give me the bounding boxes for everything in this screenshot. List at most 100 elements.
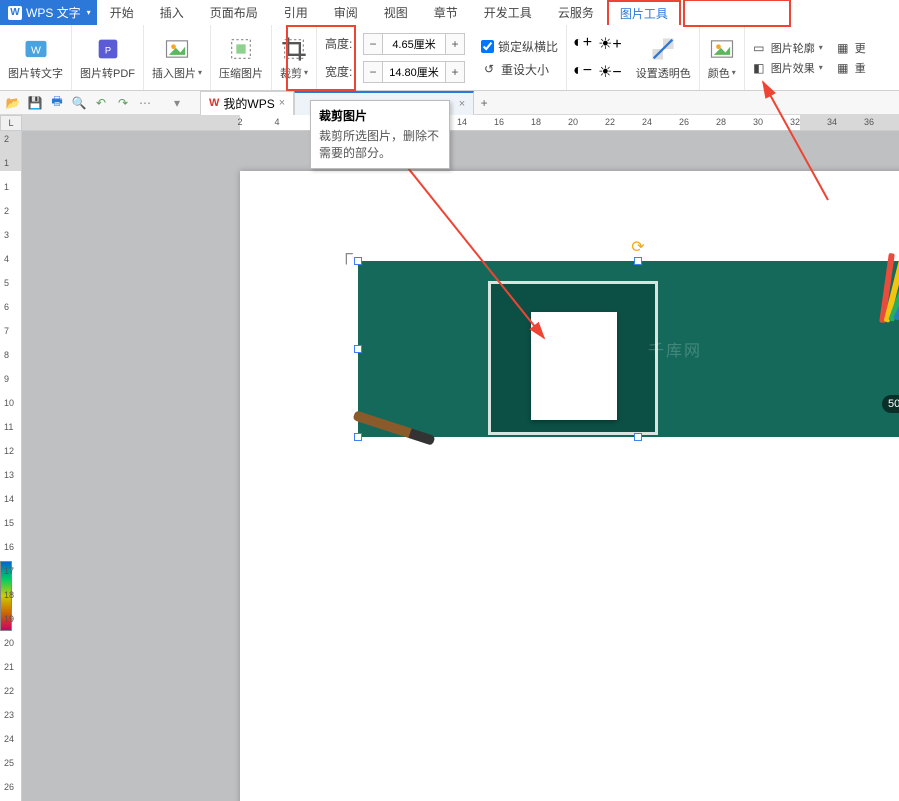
ruler-v-tick: 9 bbox=[4, 374, 9, 384]
menu-view[interactable]: 视图 bbox=[371, 0, 421, 25]
height-minus[interactable]: − bbox=[364, 34, 382, 54]
tab-mywps[interactable]: W 我的WPS × bbox=[200, 91, 294, 115]
menu-dev-tools[interactable]: 开发工具 bbox=[471, 0, 545, 25]
btn-crop[interactable]: 裁剪▾ bbox=[272, 25, 317, 90]
btn-more1[interactable]: ▦更 bbox=[835, 40, 866, 56]
menu-review[interactable]: 审阅 bbox=[321, 0, 371, 25]
btn-pic-to-text[interactable]: W 图片转文字 bbox=[0, 25, 72, 90]
resize-handle-n[interactable] bbox=[634, 257, 642, 265]
tab-close-icon[interactable]: × bbox=[459, 98, 465, 110]
qa-redo-icon[interactable]: ↷ bbox=[114, 94, 132, 112]
ruler-v-tick: 1 bbox=[4, 182, 9, 192]
selected-image[interactable]: 千库网 ⟳ ┌ 50% bbox=[358, 261, 899, 437]
page-area[interactable]: 千库网 ⟳ ┌ 50% bbox=[22, 131, 899, 801]
image-paper bbox=[531, 312, 617, 420]
ruler-v-tick: 8 bbox=[4, 350, 9, 360]
app-logo-icon: W bbox=[8, 6, 22, 20]
resize-handle-nw[interactable] bbox=[354, 257, 362, 265]
width-minus[interactable]: − bbox=[364, 62, 382, 82]
menu-references[interactable]: 引用 bbox=[271, 0, 321, 25]
menu-start[interactable]: 开始 bbox=[97, 0, 147, 25]
ruler-v-tick: 14 bbox=[4, 494, 14, 504]
menu-cloud[interactable]: 云服务 bbox=[545, 0, 607, 25]
ruler-v-tick: 20 bbox=[4, 638, 14, 648]
color-icon bbox=[708, 35, 736, 63]
reset-size-row[interactable]: ↺ 重设大小 bbox=[481, 61, 558, 78]
overflow-group: ▦更 ▦重 bbox=[829, 25, 872, 90]
ruler-h-tick: 16 bbox=[494, 117, 504, 127]
ribbon-toolbar: W 图片转文字 P 图片转PDF 插入图片▾ 压缩图片 裁剪▾ 高度: − + … bbox=[0, 25, 899, 91]
ruler-v-tick: 16 bbox=[4, 542, 14, 552]
crop-corner-icon: ┌ bbox=[340, 243, 353, 264]
qa-dropdown-icon[interactable]: ▾ bbox=[168, 94, 186, 112]
size-group: 高度: − + 宽度: − + bbox=[317, 25, 473, 90]
qa-more-icon[interactable]: ⋯ bbox=[136, 94, 154, 112]
zoom-badge: 50% bbox=[882, 395, 899, 413]
menu-insert[interactable]: 插入 bbox=[147, 0, 197, 25]
chevron-down-icon: ▾ bbox=[304, 68, 308, 77]
contrast-up-icon[interactable]: ◐+ bbox=[573, 34, 592, 54]
btn-effects[interactable]: ◧ 图片效果 ▾ bbox=[751, 60, 823, 76]
width-spinner[interactable]: − + bbox=[363, 61, 465, 83]
menu-chapter[interactable]: 章节 bbox=[421, 0, 471, 25]
ruler-h-tick: 2 bbox=[237, 117, 242, 127]
height-label: 高度: bbox=[325, 35, 359, 52]
qa-preview-icon[interactable]: 🔍 bbox=[70, 94, 88, 112]
crop-icon bbox=[280, 35, 308, 63]
ruler-v-tick: 6 bbox=[4, 302, 9, 312]
image-chalkboard bbox=[488, 281, 658, 435]
rotate-handle-icon[interactable]: ⟳ bbox=[631, 237, 644, 257]
right-group: ▭ 图片轮廓 ▾ ◧ 图片效果 ▾ bbox=[745, 25, 829, 90]
btn-compress-pic[interactable]: 压缩图片 bbox=[211, 25, 272, 90]
height-input[interactable] bbox=[382, 34, 446, 54]
lock-ratio-checkbox[interactable] bbox=[481, 40, 494, 53]
image-pencils bbox=[884, 253, 899, 323]
app-name: WPS 文字 bbox=[26, 4, 81, 21]
lock-ratio-row[interactable]: 锁定纵横比 bbox=[481, 38, 558, 55]
btn-more2[interactable]: ▦重 bbox=[835, 60, 866, 76]
ruler-v-tick: 7 bbox=[4, 326, 9, 336]
transparent-icon bbox=[649, 35, 677, 63]
btn-outline[interactable]: ▭ 图片轮廓 ▾ bbox=[751, 40, 823, 56]
brightness-down-icon[interactable]: ☀− bbox=[598, 62, 622, 82]
qa-undo-icon[interactable]: ↶ bbox=[92, 94, 110, 112]
ruler-v-tick: 2 bbox=[4, 134, 9, 144]
btn-insert-pic[interactable]: 插入图片▾ bbox=[144, 25, 211, 90]
contrast-down-icon[interactable]: ◐− bbox=[573, 62, 592, 82]
tab-add-button[interactable]: + bbox=[474, 96, 494, 110]
btn-pic-to-pdf[interactable]: P 图片转PDF bbox=[72, 25, 144, 90]
menu-page-layout[interactable]: 页面布局 bbox=[197, 0, 271, 25]
ruler-h-tick: 28 bbox=[716, 117, 726, 127]
ruler-v-tick: 22 bbox=[4, 686, 14, 696]
pic-to-text-icon: W bbox=[22, 35, 50, 63]
height-plus[interactable]: + bbox=[446, 34, 464, 54]
width-input[interactable] bbox=[382, 62, 446, 82]
resize-handle-sw[interactable] bbox=[354, 433, 362, 441]
ruler-v-tick: 19 bbox=[4, 614, 14, 624]
effects-icon: ◧ bbox=[751, 60, 767, 76]
height-spinner[interactable]: − + bbox=[363, 33, 465, 55]
reset-icon: ▦ bbox=[835, 60, 851, 76]
tab-close-icon[interactable]: × bbox=[279, 97, 285, 109]
workspace: 2112345678910111213141516171819202122232… bbox=[0, 131, 899, 801]
pic-to-pdf-icon: P bbox=[94, 35, 122, 63]
ruler-vertical[interactable]: 2112345678910111213141516171819202122232… bbox=[0, 131, 22, 801]
resize-handle-s[interactable] bbox=[634, 433, 642, 441]
ruler-v-tick: 4 bbox=[4, 254, 9, 264]
ruler-corner[interactable]: L bbox=[0, 115, 22, 131]
qa-open-icon[interactable]: 📂 bbox=[4, 94, 22, 112]
qa-save-icon[interactable]: 💾 bbox=[26, 94, 44, 112]
ruler-h-tick: 14 bbox=[457, 117, 467, 127]
tooltip-title: 裁剪图片 bbox=[319, 107, 441, 124]
width-plus[interactable]: + bbox=[446, 62, 464, 82]
app-badge[interactable]: W WPS 文字 ▾ bbox=[0, 0, 97, 25]
brightness-up-icon[interactable]: ☀+ bbox=[598, 34, 622, 54]
qa-print-icon[interactable]: 🖶 bbox=[48, 94, 66, 112]
menu-picture-tools[interactable]: 图片工具 bbox=[607, 0, 681, 25]
btn-set-transparent[interactable]: 设置透明色 bbox=[628, 25, 700, 90]
resize-handle-w[interactable] bbox=[354, 345, 362, 353]
btn-color[interactable]: 颜色▾ bbox=[700, 25, 745, 90]
insert-pic-icon bbox=[163, 35, 191, 63]
ruler-v-tick: 17 bbox=[4, 566, 14, 576]
compress-pic-icon bbox=[227, 35, 255, 63]
